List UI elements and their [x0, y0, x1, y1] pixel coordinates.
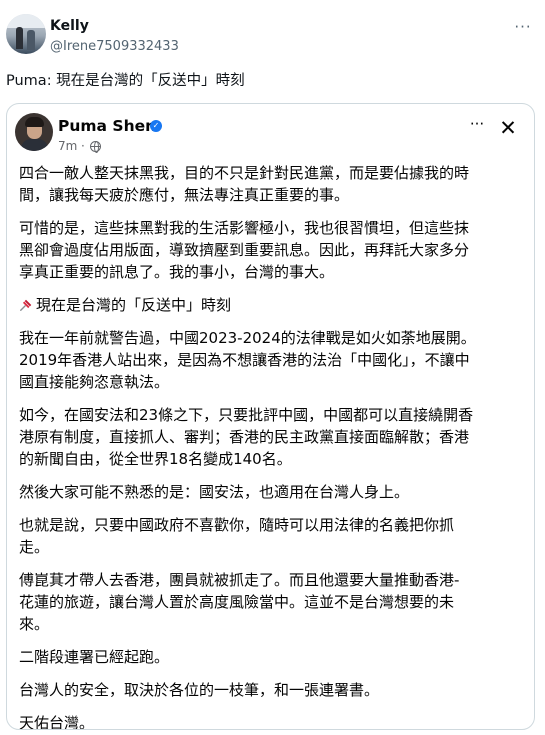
post-paragraph: 然後大家可能不熟悉的是：國安法，也適用在台灣人身上。 — [19, 481, 409, 503]
pinned-heading: 現在是台灣的「反送中」時刻 — [36, 296, 232, 314]
post-line: 天佑台灣。 — [19, 714, 95, 730]
post-line: 來。 — [19, 615, 50, 633]
post-more-button[interactable]: ··· — [466, 117, 488, 136]
more-options-button[interactable]: ··· — [511, 20, 535, 40]
post-line: 花蓮的旅遊，讓台灣人置於高度風險當中。這並不是台灣想要的未 — [19, 593, 455, 611]
post-line: 間，讓我每天疲於應付，無法專注真正重要的事。 — [19, 186, 350, 204]
tweet-text: Puma: 現在是台灣的「反送中」時刻 — [6, 73, 245, 89]
post-line: 然後大家可能不熟悉的是：國安法，也適用在台灣人身上。 — [19, 483, 410, 501]
close-icon[interactable]: ✕ — [497, 118, 519, 140]
post-paragraph: 天佑台灣。 — [19, 712, 95, 730]
post-line: 四合一敵人整天抹黑我，目的不只是針對民進黨，而是要佔據我的時 — [19, 164, 470, 182]
post-line: 享真正重要的訊息了。我的事小，台灣的事大。 — [19, 263, 335, 281]
author-name[interactable]: Kelly — [50, 18, 89, 35]
embedded-post-image[interactable]: Puma Shen ✓ 7m · ··· ✕ 四合一敵人整天抹黑我，目的不只是針… — [6, 103, 535, 730]
post-paragraph: 四合一敵人整天抹黑我，目的不只是針對民進黨，而是要佔據我的時 間，讓我每天疲於應… — [19, 162, 469, 206]
post-paragraph: 我在一年前就警告過，中國2023-2024的法律戰是如火如荼地展開。 2019年… — [19, 327, 476, 393]
post-line: 二階段連署已經起跑。 — [19, 648, 170, 666]
post-line: 可惜的是，這些抹黑對我的生活影響極小，我也很習慣坦，但這些抹 — [19, 219, 470, 237]
post-line: 港原有制度，直接抓人、審判；香港的民主政黨直接面臨解散；香港 — [19, 428, 470, 446]
post-line: 也就是說，只要中國政府不喜歡你，隨時可以用法律的名義把你抓 — [19, 516, 455, 534]
post-line: 如今，在國安法和23條之下，只要批評中國，中國都可以直接繞開香 — [19, 406, 474, 424]
post-line: 黑卻會過度佔用版面，導致擠壓到重要訊息。因此，再拜託大家多分 — [19, 241, 470, 259]
avatar[interactable] — [6, 14, 46, 54]
post-line: 的新聞自由，從全世界18名變成140名。 — [19, 450, 292, 468]
post-line: 2019年香港人站出來，是因為不想讓香港的法治「中國化」，不讓中 — [19, 351, 470, 369]
separator-dot: · — [81, 139, 85, 153]
tweet: Kelly @Irene7509332433 ··· Puma: 現在是台灣的「… — [0, 0, 545, 735]
author-handle[interactable]: @Irene7509332433 — [50, 38, 179, 55]
post-header: Puma Shen ✓ 7m · ··· ✕ — [7, 104, 534, 160]
post-line: 走。 — [19, 538, 50, 556]
post-timestamp[interactable]: 7m — [58, 139, 77, 153]
pushpin-icon — [20, 299, 32, 311]
post-paragraph: 二階段連署已經起跑。 — [19, 646, 169, 668]
post-line: 國直接能夠恣意執法。 — [19, 373, 170, 391]
verified-icon: ✓ — [150, 120, 162, 132]
post-line: 現在是台灣的「反送中」時刻 — [19, 294, 231, 316]
post-author-avatar[interactable] — [15, 113, 53, 151]
post-paragraph: 如今，在國安法和23條之下，只要批評中國，中國都可以直接繞開香 港原有制度，直接… — [19, 404, 473, 470]
post-paragraph: 可惜的是，這些抹黑對我的生活影響極小，我也很習慣坦，但這些抹 黑卻會過度佔用版面… — [19, 217, 469, 283]
post-line: 台灣人的安全，取決於各位的一枝筆，和一張連署書。 — [19, 681, 380, 699]
tweet-header: Kelly @Irene7509332433 ··· — [6, 14, 539, 58]
post-paragraph: 也就是說，只要中國政府不喜歡你，隨時可以用法律的名義把你抓 走。 — [19, 514, 454, 558]
post-paragraph: 現在是台灣的「反送中」時刻 — [19, 294, 231, 316]
post-paragraph: 台灣人的安全，取決於各位的一枝筆，和一張連署書。 — [19, 679, 379, 701]
post-line: 傅崑萁才帶人去香港，團員就被抓走了。而且他還要大量推動香港- — [19, 571, 460, 589]
post-author-name[interactable]: Puma Shen — [58, 117, 156, 136]
post-paragraph: 傅崑萁才帶人去香港，團員就被抓走了。而且他還要大量推動香港- 花蓮的旅遊，讓台灣… — [19, 569, 459, 635]
post-line: 我在一年前就警告過，中國2023-2024的法律戰是如火如荼地展開。 — [19, 329, 476, 347]
globe-icon — [90, 141, 101, 153]
